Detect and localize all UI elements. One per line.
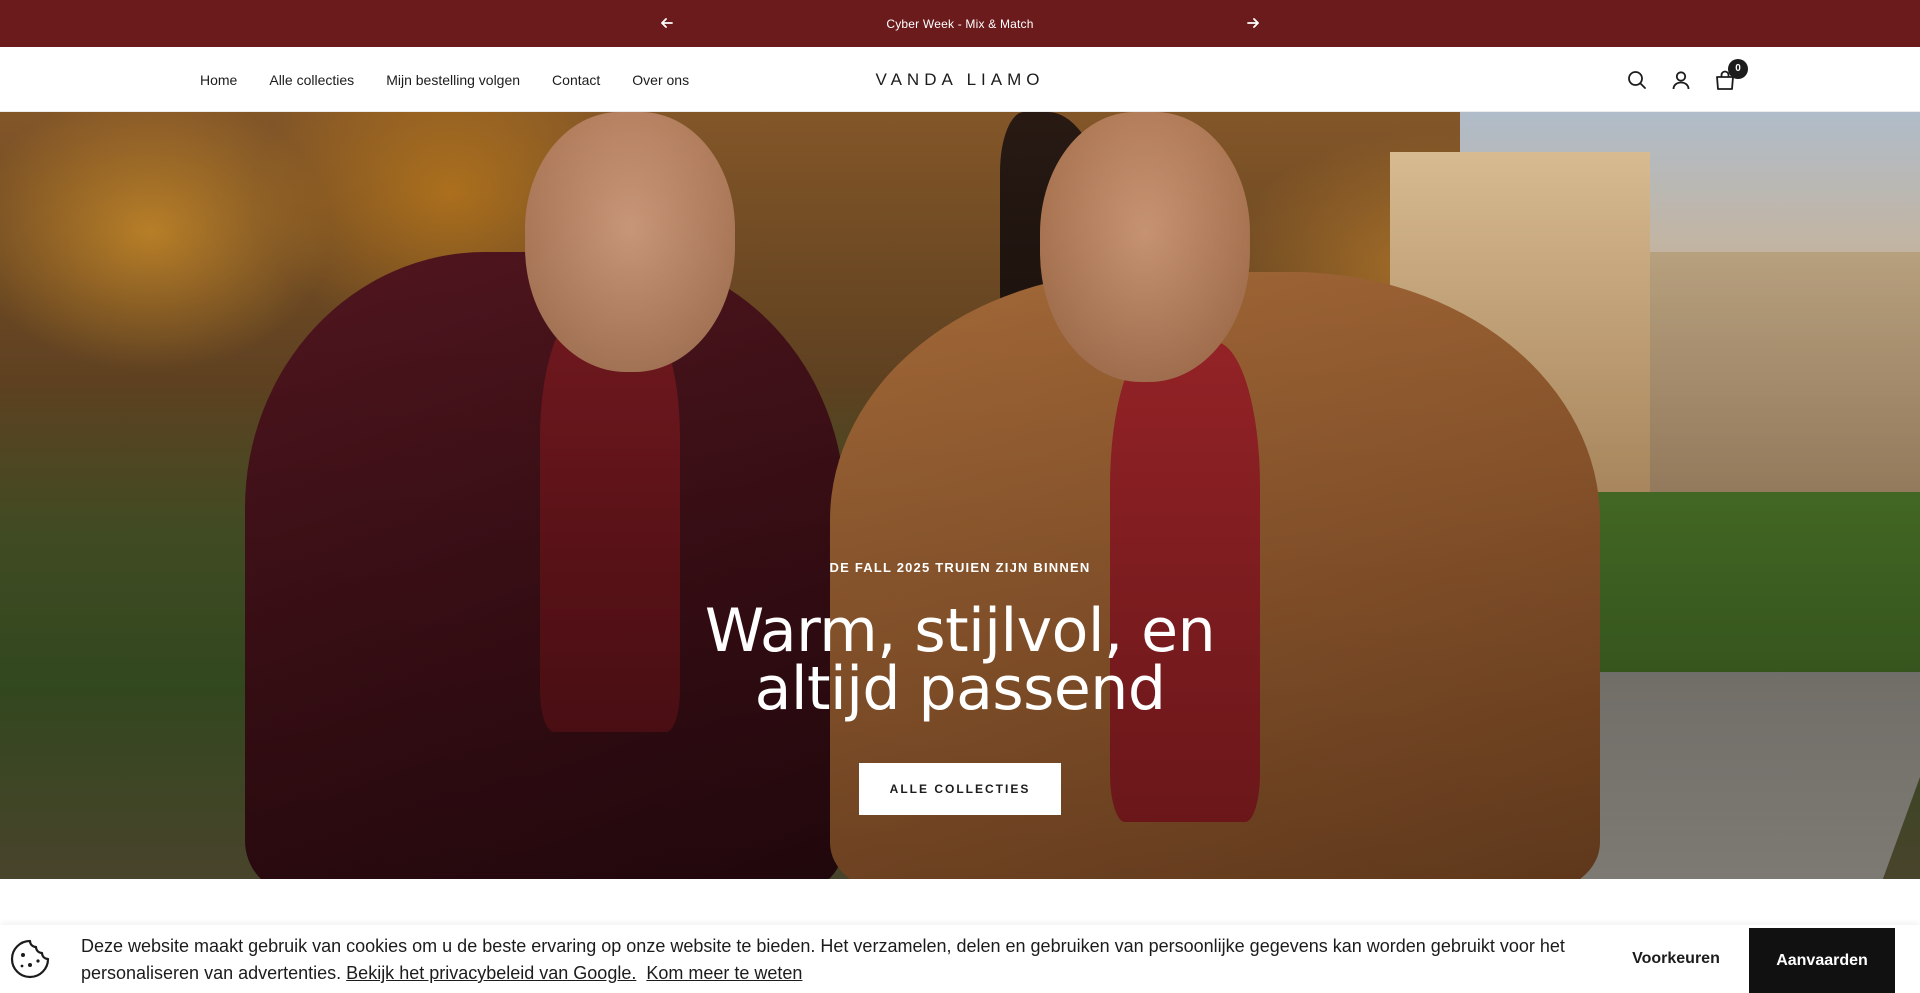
announcement-bar: Cyber Week - Mix & Match	[0, 0, 1920, 47]
learn-more-link[interactable]: Kom meer te weten	[646, 963, 802, 983]
cookie-banner: Deze website maakt gebruik van cookies o…	[0, 925, 1920, 993]
cookie-message: Deze website maakt gebruik van cookies o…	[81, 933, 1601, 987]
arrow-right-icon[interactable]	[1243, 13, 1263, 33]
hero-subheading: DE FALL 2025 TRUIEN ZIJN BINNEN	[829, 560, 1091, 575]
main-nav: Home Alle collecties Mijn bestelling vol…	[200, 47, 689, 112]
announcement-text: Cyber Week - Mix & Match	[886, 16, 1034, 31]
accept-button[interactable]: Aanvaarden	[1749, 928, 1895, 993]
cart-icon[interactable]: 0	[1714, 58, 1748, 91]
site-logo[interactable]: VANDA LIAMO	[876, 70, 1045, 90]
hero-headline: Warm, stijlvol, en altijd passend	[704, 596, 1216, 724]
hero-content: DE FALL 2025 TRUIEN ZIJN BINNEN Warm, st…	[0, 112, 1920, 879]
nav-over-ons[interactable]: Over ons	[632, 72, 689, 88]
account-icon[interactable]	[1670, 69, 1692, 91]
header-icons: 0	[1626, 47, 1748, 112]
nav-contact[interactable]: Contact	[552, 72, 600, 88]
hero-banner: DE FALL 2025 TRUIEN ZIJN BINNEN Warm, st…	[0, 112, 1920, 879]
preferences-button[interactable]: Voorkeuren	[1616, 928, 1736, 990]
arrow-left-icon[interactable]	[657, 13, 677, 33]
nav-mijn-bestelling-volgen[interactable]: Mijn bestelling volgen	[386, 72, 520, 88]
privacy-policy-link[interactable]: Bekijk het privacybeleid van Google.	[346, 963, 636, 983]
cart-count-badge: 0	[1728, 58, 1748, 79]
hero-cta-button[interactable]: ALLE COLLECTIES	[859, 763, 1061, 815]
site-header: Home Alle collecties Mijn bestelling vol…	[0, 47, 1920, 112]
search-icon[interactable]	[1626, 69, 1648, 91]
nav-alle-collecties[interactable]: Alle collecties	[269, 72, 354, 88]
nav-home[interactable]: Home	[200, 72, 237, 88]
cookie-text: Deze website maakt gebruik van cookies o…	[81, 936, 1565, 983]
cookie-icon	[10, 939, 50, 979]
